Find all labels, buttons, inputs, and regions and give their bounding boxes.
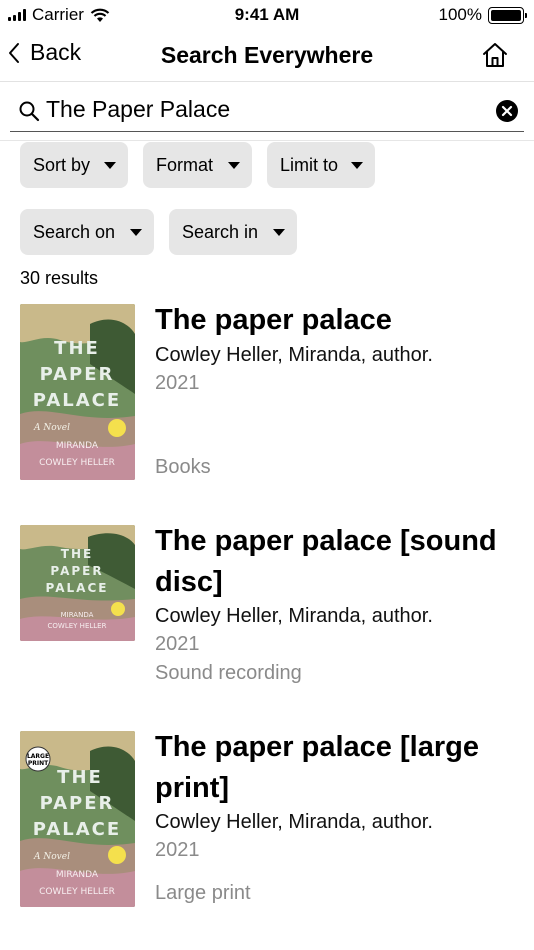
result-author: Cowley Heller, Miranda, author. [155,605,433,627]
home-icon [483,43,507,67]
result-year: 2021 [155,633,200,655]
caret-down-icon [351,162,363,169]
svg-text:COWLEY HELLER: COWLEY HELLER [39,887,115,897]
result-year: 2021 [155,372,200,394]
svg-text:MIRANDA: MIRANDA [61,611,94,619]
result-author: Cowley Heller, Miranda, author. [155,811,433,833]
status-bar: Carrier 9:41 AM 100% [0,0,534,30]
book-cover: THE PAPER PALACE A Novel MIRANDA COWLEY … [20,304,135,480]
limit-to-dropdown[interactable]: Limit to [267,142,375,188]
result-item[interactable]: THE PAPER PALACE A Novel MIRANDA COWLEY … [0,300,534,490]
svg-text:PALACE: PALACE [33,819,121,840]
limit-to-label: Limit to [280,154,339,175]
svg-text:THE: THE [54,338,100,359]
search-input[interactable] [46,96,486,123]
svg-text:COWLEY HELLER: COWLEY HELLER [39,458,115,468]
caret-down-icon [228,162,240,169]
home-button[interactable] [480,40,510,70]
nav-bar: Back Search Everywhere [0,30,534,82]
format-dropdown[interactable]: Format [143,142,252,188]
results-count: 30 results [20,268,99,288]
svg-text:PAPER: PAPER [40,364,115,385]
search-in-dropdown[interactable]: Search in [169,209,297,255]
book-cover: THE PAPER PALACE MIRANDA COWLEY HELLER [20,525,135,641]
search-bar [10,90,524,132]
result-item[interactable]: THE PAPER PALACE MIRANDA COWLEY HELLER T… [0,521,534,696]
result-format: Sound recording [155,662,302,684]
svg-text:PALACE: PALACE [33,390,121,411]
svg-text:THE: THE [57,767,103,788]
svg-text:A Novel: A Novel [33,852,70,862]
result-format: Books [155,456,211,478]
divider [0,140,534,141]
battery-percent: 100% [438,5,482,24]
search-in-label: Search in [182,221,259,242]
svg-text:PAPER: PAPER [50,564,103,578]
status-right: 100% [438,5,527,25]
caret-down-icon [130,229,142,236]
search-icon [19,101,40,122]
sort-by-label: Sort by [33,154,91,175]
svg-text:PALACE: PALACE [46,581,109,595]
svg-text:COWLEY HELLER: COWLEY HELLER [48,622,107,630]
result-title: The paper palace [155,304,392,336]
svg-text:MIRANDA: MIRANDA [56,441,99,451]
svg-text:THE: THE [61,547,93,561]
result-title: The paper palace [sound disc] [155,525,497,598]
clear-search-button[interactable] [496,100,518,122]
svg-text:LARGE: LARGE [27,753,49,760]
format-label: Format [156,154,214,175]
search-on-label: Search on [33,221,116,242]
caret-down-icon [273,229,285,236]
result-year: 2021 [155,839,200,861]
svg-text:PAPER: PAPER [40,793,115,814]
result-item[interactable]: LARGE PRINT THE PAPER PALACE A Novel MIR… [0,727,534,917]
caret-down-icon [104,162,116,169]
book-cover: LARGE PRINT THE PAPER PALACE A Novel MIR… [20,731,135,907]
svg-text:MIRANDA: MIRANDA [56,870,99,880]
result-format: Large print [155,882,251,904]
search-on-dropdown[interactable]: Search on [20,209,154,255]
result-title: The paper palace [large print] [155,731,479,804]
svg-text:PRINT: PRINT [28,760,49,767]
battery-icon [488,6,527,24]
svg-text:A Novel: A Novel [33,423,70,433]
sort-by-dropdown[interactable]: Sort by [20,142,128,188]
result-author: Cowley Heller, Miranda, author. [155,344,433,366]
close-icon [501,105,513,117]
page-title: Search Everywhere [160,42,374,68]
